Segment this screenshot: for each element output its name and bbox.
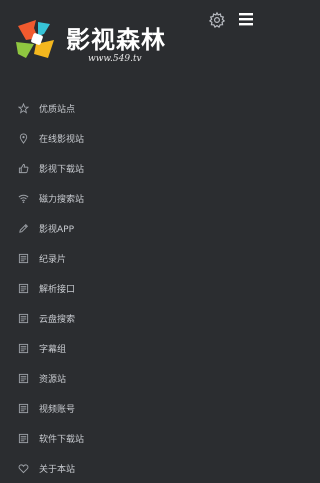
nav-item-label: 字幕组: [39, 344, 67, 355]
document-icon: [18, 343, 29, 354]
nav-item-label: 软件下载站: [39, 434, 85, 445]
nav-item-parse-api[interactable]: 解析接口: [0, 273, 265, 303]
gear-icon[interactable]: [208, 11, 226, 29]
nav-item-label: 资源站: [39, 374, 67, 385]
document-icon: [18, 253, 29, 264]
nav-item-label: 磁力搜索站: [39, 194, 85, 205]
pencil-icon: [18, 223, 29, 234]
nav-item-subtitle-group[interactable]: 字幕组: [0, 333, 265, 363]
nav-item-label: 视频账号: [39, 404, 76, 415]
document-icon: [18, 313, 29, 324]
document-icon: [18, 433, 29, 444]
document-icon: [18, 283, 29, 294]
nav-item-video-account[interactable]: 视频账号: [0, 393, 265, 423]
nav-item-documentary[interactable]: 纪录片: [0, 243, 265, 273]
nav-item-online-video[interactable]: 在线影视站: [0, 123, 265, 153]
wifi-icon: [18, 193, 29, 204]
document-icon: [18, 403, 29, 414]
star-icon: [18, 102, 29, 114]
nav-item-label: 云盘搜索: [39, 314, 76, 325]
nav-item-label: 解析接口: [39, 284, 76, 295]
header: 影视森林 www.549.tv: [0, 0, 265, 80]
nav-item-video-download[interactable]: 影视下载站: [0, 153, 265, 183]
nav-item-label: 影视下载站: [39, 164, 85, 175]
document-icon: [18, 373, 29, 384]
nav-item-resource-site[interactable]: 资源站: [0, 363, 265, 393]
nav-item-software-download[interactable]: 软件下载站: [0, 423, 265, 453]
nav-item-label: 影视APP: [39, 224, 75, 235]
logo-icon[interactable]: [14, 18, 64, 62]
nav-item-label: 优质站点: [39, 104, 76, 115]
nav-item-magnet-search[interactable]: 磁力搜索站: [0, 183, 265, 213]
location-pin-icon: [18, 133, 29, 144]
nav-item-label: 纪录片: [39, 254, 67, 265]
nav-item-cloud-search[interactable]: 云盘搜索: [0, 303, 265, 333]
nav-item-video-app[interactable]: 影视APP: [0, 213, 265, 243]
sidebar-nav: 优质站点 在线影视站 影视下载站 磁力搜索站 影视APP 纪录片 解析接口 云盘…: [0, 93, 265, 483]
heart-icon: [18, 463, 29, 474]
thumbs-up-icon: [18, 163, 29, 174]
nav-item-label: 在线影视站: [39, 134, 85, 145]
nav-item-premium-sites[interactable]: 优质站点: [0, 93, 265, 123]
hamburger-icon[interactable]: [238, 11, 254, 27]
site-title[interactable]: 影视森林: [66, 20, 166, 55]
nav-item-label: 关于本站: [39, 464, 76, 475]
nav-item-about[interactable]: 关于本站: [0, 453, 265, 483]
site-url: www.549.tv: [88, 54, 142, 64]
